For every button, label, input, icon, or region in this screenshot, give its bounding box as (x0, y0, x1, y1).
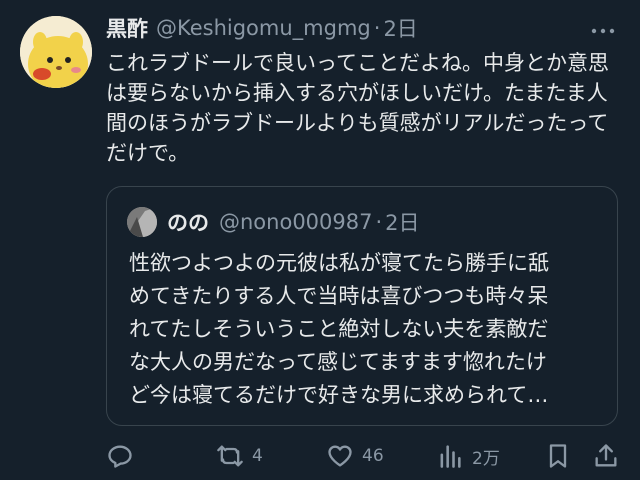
views-count: 2万 (472, 448, 500, 469)
quote-text: 性欲つよつよの元彼は私が寝てたら勝手に舐 めてきたりする人で当時は喜びつつも時々… (129, 247, 599, 412)
gray-photo-avatar-icon (127, 207, 157, 237)
views-chart-icon (440, 445, 461, 468)
reply-icon (108, 445, 132, 468)
quote-tweet-card[interactable]: のの @nono000987 · 2日 性欲つよつよの元彼は私が寝てたら勝手に舐… (106, 186, 618, 426)
retweet-button[interactable]: 4 (216, 438, 263, 474)
quote-text-line: れてたしそういうこと絶対しない夫を素敵だ (129, 317, 549, 341)
user-handle[interactable]: @Keshigomu_mgmg (156, 16, 371, 40)
heart-icon (328, 445, 352, 467)
quote-avatar[interactable] (127, 207, 157, 237)
retweet-count: 4 (252, 446, 263, 466)
quote-text-line: 性欲つよつよの元彼は私が寝てたら勝手に舐 (129, 251, 549, 275)
tweet-text: これラブドールで良いってことだよね。中身とか意思は要らないから挿入する穴がほしい… (106, 51, 609, 165)
quote-display-name[interactable]: のの (167, 207, 209, 237)
tweet-header: 黒酢 @Keshigomu_mgmg · 2日 (106, 12, 620, 44)
quote-text-line: めてきたりする人で当時は喜びつつも時々呆 (129, 284, 549, 308)
quote-header: のの @nono000987 · 2日 (167, 205, 601, 239)
more-dots-icon (591, 28, 615, 34)
bookmark-icon (549, 444, 567, 468)
yellow-mascot-avatar-icon (20, 16, 92, 88)
like-button[interactable]: 46 (326, 438, 384, 474)
action-bar: 4 46 2万 (106, 438, 620, 474)
tweet-time[interactable]: 2日 (383, 13, 417, 43)
separator-dot: · (373, 16, 381, 40)
quote-text-line: な大人の男だなって感じてますます惚れたけ (129, 350, 547, 374)
views-button[interactable]: 2万 (436, 438, 500, 474)
like-count: 46 (362, 446, 384, 466)
display-name[interactable]: 黒酢 (106, 13, 148, 43)
quote-text-line: ど今は寝てるだけで好きな男に求められて… (129, 383, 549, 407)
share-icon (595, 444, 617, 467)
more-button[interactable] (590, 20, 616, 36)
bookmark-button[interactable] (544, 438, 572, 474)
quote-time[interactable]: 2日 (385, 207, 419, 237)
reply-button[interactable] (106, 438, 142, 474)
share-button[interactable] (592, 438, 620, 474)
quote-handle[interactable]: @nono000987 (219, 210, 372, 234)
avatar[interactable] (20, 16, 92, 88)
quote-separator-dot: · (375, 210, 383, 234)
retweet-icon (217, 445, 243, 467)
